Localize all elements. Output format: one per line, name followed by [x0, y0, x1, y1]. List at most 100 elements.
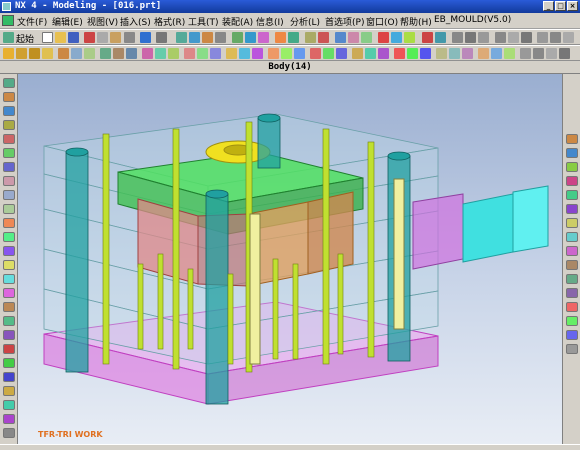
bounded-plane-icon[interactable]: [394, 48, 405, 59]
paste-icon[interactable]: [110, 32, 121, 43]
start-button-label[interactable]: 起始: [16, 32, 34, 45]
right-tool-13-icon[interactable]: [566, 302, 578, 312]
copy-icon[interactable]: [97, 32, 108, 43]
web-browser-icon[interactable]: [3, 134, 15, 144]
right-tool-8-icon[interactable]: [566, 232, 578, 242]
mold-tool-8-icon[interactable]: [3, 274, 15, 284]
mirror-icon[interactable]: [168, 48, 179, 59]
mold-tool-1-icon[interactable]: [3, 176, 15, 186]
start-icon[interactable]: [3, 32, 14, 43]
mold-tool-9-icon[interactable]: [3, 288, 15, 298]
right-tool-14-icon[interactable]: [566, 316, 578, 326]
mold-tool-14-icon[interactable]: [3, 358, 15, 368]
mold-tool-10-icon[interactable]: [3, 302, 15, 312]
hole-icon[interactable]: [378, 32, 389, 43]
shell-icon[interactable]: [126, 48, 137, 59]
menu-view[interactable]: 视图(V): [87, 15, 118, 28]
right-tool-15-icon[interactable]: [566, 330, 578, 340]
boss-icon[interactable]: [391, 32, 402, 43]
mold-tool-6-icon[interactable]: [3, 246, 15, 256]
wireframe-icon[interactable]: [245, 32, 256, 43]
curve-icon[interactable]: [508, 32, 519, 43]
menu-eb-mould[interactable]: EB_MOULD(V5.0): [434, 15, 511, 25]
split-body-icon[interactable]: [210, 48, 221, 59]
offset-icon[interactable]: [521, 32, 532, 43]
close-button[interactable]: ×: [567, 1, 578, 11]
mold-tool-15-icon[interactable]: [3, 372, 15, 382]
mold-tool-18-icon[interactable]: [3, 414, 15, 424]
part-navigator-icon[interactable]: [3, 92, 15, 102]
component-icon[interactable]: [462, 48, 473, 59]
command-finder-icon[interactable]: [156, 32, 167, 43]
mold-tool-17-icon[interactable]: [3, 400, 15, 410]
parting-icon[interactable]: [435, 32, 446, 43]
new-file-icon[interactable]: [42, 32, 53, 43]
menu-assembly[interactable]: 装配(A): [222, 15, 253, 28]
save-icon[interactable]: [68, 32, 79, 43]
offset-face-icon[interactable]: [226, 48, 237, 59]
zoom-icon[interactable]: [189, 32, 200, 43]
rotate-icon[interactable]: [202, 32, 213, 43]
nx-app-icon[interactable]: [2, 2, 11, 11]
pocket-icon[interactable]: [404, 32, 415, 43]
trim-icon[interactable]: [537, 32, 548, 43]
mate-icon[interactable]: [478, 48, 489, 59]
patch-icon[interactable]: [336, 48, 347, 59]
swept-icon[interactable]: [378, 48, 389, 59]
mould-wizard-icon[interactable]: [422, 32, 433, 43]
chamfer-icon[interactable]: [113, 48, 124, 59]
thread-icon[interactable]: [184, 48, 195, 59]
mold-tool-5-icon[interactable]: [3, 232, 15, 242]
transform-icon[interactable]: [436, 48, 447, 59]
arc-icon[interactable]: [465, 32, 476, 43]
reposition-icon[interactable]: [449, 48, 460, 59]
mold-tool-7-icon[interactable]: [3, 260, 15, 270]
blend-icon[interactable]: [100, 48, 111, 59]
pan-icon[interactable]: [215, 32, 226, 43]
maximize-button[interactable]: □: [555, 1, 566, 11]
right-tool-6-icon[interactable]: [566, 204, 578, 214]
menu-edit[interactable]: 编辑(E): [52, 15, 83, 28]
analysis-icon[interactable]: [318, 32, 329, 43]
mold-tool-11-icon[interactable]: [3, 316, 15, 326]
right-tool-4-icon[interactable]: [566, 176, 578, 186]
datum-icon[interactable]: [550, 32, 561, 43]
wave-link-icon[interactable]: [310, 48, 321, 59]
palette-icon[interactable]: [3, 148, 15, 158]
block-icon[interactable]: [3, 48, 14, 59]
cylinder-icon[interactable]: [16, 48, 27, 59]
nx-menu-icon[interactable]: [2, 15, 14, 26]
right-tool-2-icon[interactable]: [566, 148, 578, 158]
show-hide-icon[interactable]: [288, 32, 299, 43]
mold-tool-13-icon[interactable]: [3, 344, 15, 354]
ruled-icon[interactable]: [352, 48, 363, 59]
suppress-icon[interactable]: [294, 48, 305, 59]
mold-tool-3-icon[interactable]: [3, 204, 15, 214]
menu-insert[interactable]: 插入(S): [120, 15, 151, 28]
edit-feature-icon[interactable]: [268, 48, 279, 59]
extrude-icon[interactable]: [348, 32, 359, 43]
right-tool-10-icon[interactable]: [566, 260, 578, 270]
deselect-icon[interactable]: [559, 48, 570, 59]
quick-pick-icon[interactable]: [546, 48, 557, 59]
roles-icon[interactable]: [3, 120, 15, 130]
mold-tool-4-icon[interactable]: [3, 218, 15, 228]
history-icon[interactable]: [3, 106, 15, 116]
undo-icon[interactable]: [140, 32, 151, 43]
selection-filter-icon[interactable]: [533, 48, 544, 59]
through-curves-icon[interactable]: [365, 48, 376, 59]
assembly-navigator-icon[interactable]: [3, 78, 15, 88]
menu-window[interactable]: 窗口(O): [366, 15, 398, 28]
shaded-icon[interactable]: [232, 32, 243, 43]
intersect-icon[interactable]: [84, 48, 95, 59]
layer-icon[interactable]: [275, 32, 286, 43]
menu-analysis[interactable]: 分析(L): [290, 15, 320, 28]
subtract-icon[interactable]: [71, 48, 82, 59]
menu-tools[interactable]: 工具(T): [188, 15, 219, 28]
clearance-icon[interactable]: [504, 48, 515, 59]
mold-tool-2-icon[interactable]: [3, 190, 15, 200]
n-sided-icon[interactable]: [407, 48, 418, 59]
mold-tool-19-icon[interactable]: [3, 428, 15, 438]
cut-icon[interactable]: [84, 32, 95, 43]
right-tool-12-icon[interactable]: [566, 288, 578, 298]
